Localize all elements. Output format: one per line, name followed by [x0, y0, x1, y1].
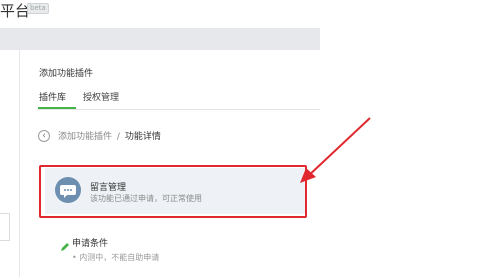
red-arrow-icon [300, 117, 371, 183]
